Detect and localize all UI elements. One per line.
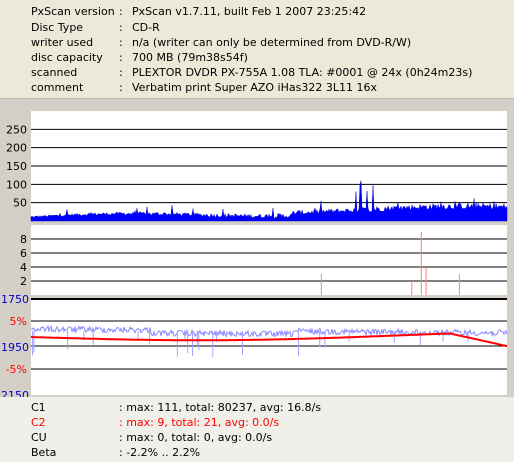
info-value: Verbatim print Super AZO iHas322 3L11 16… xyxy=(132,81,377,94)
stat-value: : -2.2% .. 2.2% xyxy=(119,446,201,459)
stat-label: CU xyxy=(31,431,47,444)
jitter-tick-label: 1750 xyxy=(1,293,29,306)
info-label: disc capacity xyxy=(31,51,103,64)
info-value: n/a (writer can only be determined from … xyxy=(132,36,412,49)
info-value: PxScan v1.7.11, built Feb 1 2007 23:25:4… xyxy=(132,5,367,18)
c2-tick-label: 8 xyxy=(20,233,27,246)
info-label: writer used xyxy=(31,36,94,49)
stat-value: : max: 111, total: 80237, avg: 16.8/s xyxy=(119,401,322,414)
info-value: PLEXTOR DVDR PX-755A 1.08 TLA: #0001 @ 2… xyxy=(132,66,473,79)
info-row-comment: comment : Verbatim print Super AZO iHas3… xyxy=(0,80,514,95)
beta-tick-label: 5% xyxy=(10,315,27,328)
info-row-version: PxScan version : PxScan v1.7.11, built F… xyxy=(0,4,514,19)
info-colon: : xyxy=(119,21,123,34)
info-row-scanned: scanned : PLEXTOR DVDR PX-755A 1.08 TLA:… xyxy=(0,65,514,80)
c2-plot-background xyxy=(31,225,507,295)
jitter-beta-plot-background xyxy=(31,299,507,395)
scan-graph-area: 250 200 150 100 50 8642 5% -5% 1750 1950 2150 xyxy=(0,99,514,397)
jitter-tick-label: 1950 xyxy=(1,341,29,354)
info-label: PxScan version xyxy=(31,5,115,18)
pxscan-window: PxScan version : PxScan v1.7.11, built F… xyxy=(0,0,514,462)
info-colon: : xyxy=(119,51,123,64)
info-label: comment xyxy=(31,81,84,94)
disc-info-panel: PxScan version : PxScan v1.7.11, built F… xyxy=(0,0,514,99)
c1-chart: 250 200 150 100 50 xyxy=(6,111,508,222)
stat-value: : max: 0, total: 0, avg: 0.0/s xyxy=(119,431,273,444)
info-value: CD-R xyxy=(132,21,160,34)
info-colon: : xyxy=(119,5,123,18)
info-colon: : xyxy=(119,66,123,79)
c1-tick-label: 100 xyxy=(6,178,27,191)
stat-row-cu: CU : max: 0, total: 0, avg: 0.0/s xyxy=(0,430,514,445)
scan-graphs: 250 200 150 100 50 8642 5% -5% 1750 1950 2150 xyxy=(1,111,508,397)
stat-row-c1: C1 : max: 111, total: 80237, avg: 16.8/s xyxy=(0,400,514,415)
c1-tick-label: 150 xyxy=(6,160,27,173)
stat-value: : max: 9, total: 21, avg: 0.0/s xyxy=(119,416,280,429)
jitter-beta-chart: 5% -5% 1750 1950 2150 xyxy=(1,293,508,397)
stat-label: C1 xyxy=(31,401,46,414)
info-label: scanned xyxy=(31,66,78,79)
c1-tick-labels: 250 200 150 100 50 xyxy=(6,123,27,209)
stat-row-beta: Beta : -2.2% .. 2.2% xyxy=(0,445,514,460)
c2-chart: 8642 xyxy=(20,225,507,295)
c1-tick-label: 200 xyxy=(6,142,27,155)
stat-label: Beta xyxy=(31,446,57,459)
c2-tick-labels: 8642 xyxy=(20,233,27,288)
info-row-capacity: disc capacity : 700 MB (79m38s54f) xyxy=(0,50,514,65)
c2-tick-label: 6 xyxy=(20,247,27,260)
c1-tick-label: 50 xyxy=(13,197,27,210)
info-label: Disc Type xyxy=(31,21,84,34)
c1-tick-label: 250 xyxy=(6,123,27,136)
stat-row-c2: C2 : max: 9, total: 21, avg: 0.0/s xyxy=(0,415,514,430)
info-value: 700 MB (79m38s54f) xyxy=(132,51,248,64)
c2-tick-label: 2 xyxy=(20,275,27,288)
jitter-beta-tick-labels: 5% -5% 1750 1950 2150 xyxy=(1,293,29,397)
stat-label: C2 xyxy=(31,416,46,429)
info-colon: : xyxy=(119,81,123,94)
info-colon: : xyxy=(119,36,123,49)
beta-tick-label: -5% xyxy=(6,363,27,376)
scan-statistics-panel: C1 : max: 111, total: 80237, avg: 16.8/s… xyxy=(0,397,514,462)
info-row-writer: writer used : n/a (writer can only be de… xyxy=(0,35,514,50)
jitter-tick-label: 2150 xyxy=(1,389,29,397)
info-row-disc-type: Disc Type : CD-R xyxy=(0,20,514,35)
c2-tick-label: 4 xyxy=(20,261,27,274)
